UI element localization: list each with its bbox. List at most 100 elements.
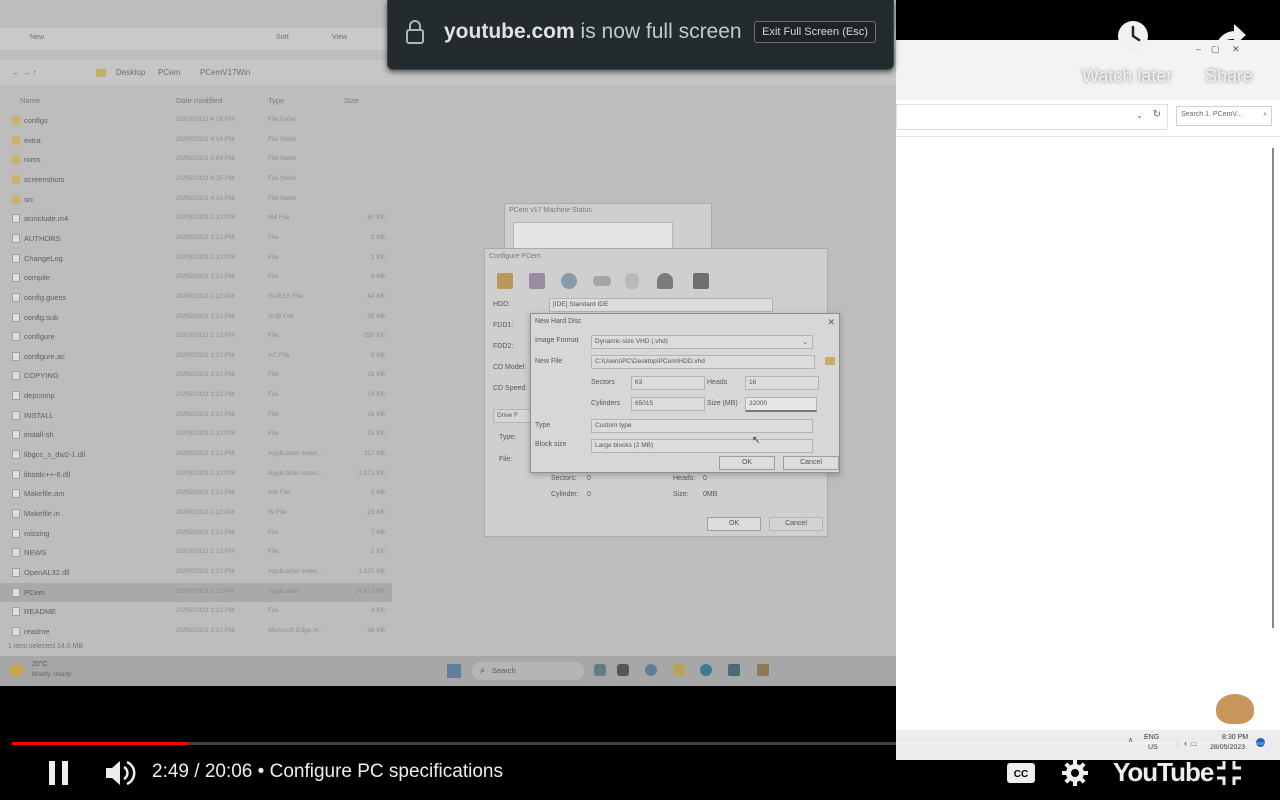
file-row[interactable]: config.sub 20/05/2023 1:12 PM SUB File 35 K… <box>0 308 392 327</box>
captions-icon[interactable]: CC <box>1006 762 1036 784</box>
refresh-icon[interactable]: ↻ <box>1153 109 1161 120</box>
nhd-cancel-button[interactable]: Cancel <box>783 456 839 470</box>
disc-type-select[interactable]: Custom type <box>591 419 813 433</box>
start-icon[interactable] <box>447 664 461 678</box>
block-size-select[interactable]: Large blocks (2 MB) <box>591 439 813 453</box>
file-row[interactable]: AUTHORS 20/05/2023 1:12 PM File 1 KB <box>0 229 392 248</box>
sectors-label: Sectors: <box>551 475 577 482</box>
drive-icon[interactable] <box>593 276 611 286</box>
file-row[interactable]: config.guess 20/05/2023 1:12 PM GUESS File… <box>0 288 392 307</box>
file-row[interactable]: src 20/05/2023 4:16 PM File folder <box>0 190 392 209</box>
file-row[interactable]: depcomp 20/05/2023 1:12 PM File 24 KB <box>0 386 392 405</box>
cylinders-input[interactable]: 65015 <box>631 397 705 411</box>
nhd-ok-button[interactable]: OK <box>719 456 775 470</box>
size-input[interactable]: 32000 <box>745 397 817 412</box>
new-file-field[interactable]: C:\Users\PC\Desktop\PCem\HDD.vhd <box>591 355 815 369</box>
scrollbar[interactable] <box>1272 148 1274 628</box>
progress-bar[interactable] <box>12 742 1268 745</box>
configure-ok-button[interactable]: OK <box>707 517 761 531</box>
cylinders-label: Cylinder: <box>551 491 579 498</box>
block-size-label: Block size <box>535 441 567 448</box>
watch-later-label[interactable]: Watch later <box>1082 66 1172 87</box>
image-format-select[interactable]: Dynamic-size VHD (.vhd) ⌄ <box>591 335 813 349</box>
file-icon <box>12 351 20 361</box>
share-label[interactable]: Share <box>1205 66 1253 87</box>
youtube-logo[interactable]: YouTube <box>1113 757 1214 788</box>
file-row[interactable]: Makefile.am 20/05/2023 1:12 PM AM File 1 KB <box>0 484 392 503</box>
file-row[interactable]: ChangeLog 20/05/2023 1:12 PM File 1 KB <box>0 249 392 268</box>
folder-icon <box>96 69 106 77</box>
volume-icon[interactable] <box>104 759 136 787</box>
file-date: 20/05/2023 1:12 PM <box>176 626 235 634</box>
pcem-taskbar-icon[interactable] <box>757 664 769 676</box>
chip-icon[interactable] <box>497 273 513 289</box>
file-row[interactable]: roms 20/05/2023 5:04 PM File folder <box>0 150 392 169</box>
task-view-icon[interactable] <box>594 664 606 676</box>
close-icon[interactable]: ✕ <box>827 317 835 328</box>
right-address-bar[interactable]: ⌄ ↻ <box>896 104 1168 130</box>
config-tab-icons[interactable] <box>497 271 717 291</box>
share-icon[interactable] <box>1214 22 1248 52</box>
file-type: Application <box>268 587 300 595</box>
store-icon[interactable] <box>728 664 740 676</box>
file-row[interactable]: libstdc++-6.dll 20/05/2023 1:12 PM Applica… <box>0 465 392 484</box>
file-row[interactable]: README 20/05/2023 1:12 PM File 4 KB <box>0 602 392 621</box>
file-row[interactable]: OpenAL32.dll 20/05/2023 1:12 PM Applicatio… <box>0 563 392 582</box>
toolbar-sort: Sort <box>276 34 289 41</box>
configure-cancel-button[interactable]: Cancel <box>769 517 823 531</box>
display-icon[interactable] <box>529 273 545 289</box>
taskbar-search[interactable]: ⌕ Search <box>472 662 584 680</box>
file-name: install-sh <box>24 430 54 440</box>
file-date: 20/05/2023 4:16 PM <box>176 116 235 123</box>
exit-fullscreen-button[interactable]: Exit Full Screen (Esc) <box>754 21 876 43</box>
mouse-icon[interactable] <box>625 273 639 289</box>
video-frame[interactable]: New Sort View ← → ↑ Desktop PCem PCemV17… <box>0 0 896 686</box>
exit-fullscreen-icon[interactable] <box>1216 760 1242 786</box>
sectors-input-value: 63 <box>635 379 643 386</box>
drive-tab-label: Drive F <box>497 412 518 419</box>
weather-temp: 20°C <box>32 661 48 668</box>
explorer-icon[interactable] <box>673 664 685 676</box>
file-row[interactable]: install-sh 20/05/2023 1:12 PM File 15 KB <box>0 425 392 444</box>
chapter-title[interactable]: Configure PC specifications <box>270 761 503 782</box>
file-type: File folder <box>268 116 297 123</box>
file-name: configure <box>24 332 55 342</box>
file-row[interactable]: screenshots 20/05/2023 4:25 PM File folder <box>0 170 392 189</box>
file-row[interactable]: COPYING 20/05/2023 1:12 PM File 18 KB <box>0 366 392 385</box>
file-row[interactable]: readme 20/05/2023 1:12 PM Microsoft Edge H… <box>0 622 392 641</box>
file-icon <box>12 253 20 263</box>
block-size-value: Large blocks (2 MB) <box>595 442 654 449</box>
edge-icon[interactable] <box>700 664 712 676</box>
right-search-box[interactable]: Search 1. PCemV... ⌕ <box>1176 106 1272 126</box>
watch-later-icon[interactable] <box>1117 20 1149 52</box>
file-row[interactable]: configure 20/05/2023 1:12 PM File 250 KB <box>0 327 392 346</box>
settings-gear-icon[interactable] <box>1061 759 1089 787</box>
sectors-input[interactable]: 63 <box>631 376 705 390</box>
file-row[interactable]: NEWS 20/05/2023 1:12 PM File 1 KB <box>0 543 392 562</box>
fullscreen-message: youtube.com is now full screen <box>444 20 742 44</box>
heads-input-value: 16 <box>749 379 757 386</box>
file-row[interactable]: INSTALL 20/05/2023 1:12 PM File 16 KB <box>0 406 392 425</box>
file-row[interactable]: extra 20/05/2023 4:16 PM File folder <box>0 131 392 150</box>
chat-icon[interactable] <box>645 664 657 676</box>
heads-input[interactable]: 16 <box>745 376 819 390</box>
browse-folder-icon[interactable] <box>825 357 835 365</box>
file-row[interactable]: Makefile.in 20/05/2023 1:12 PM IN File 23 K… <box>0 504 392 523</box>
pause-icon[interactable] <box>47 760 71 786</box>
file-date: 20/05/2023 1:12 PM <box>176 607 235 615</box>
file-row[interactable]: compile 20/05/2023 1:12 PM File 8 KB <box>0 268 392 287</box>
hdd-select[interactable]: [IDE] Standard IDE <box>549 298 773 312</box>
file-row[interactable]: missing 20/05/2023 1:12 PM File 7 KB <box>0 524 392 543</box>
joystick-icon[interactable] <box>657 273 673 289</box>
widgets-icon[interactable] <box>617 664 629 676</box>
file-row[interactable]: acinclude.m4 20/05/2023 1:12 PM M4 File 60 … <box>0 209 392 228</box>
file-row[interactable]: PCem 20/05/2023 1:12 PM Application 14,013 … <box>0 582 392 602</box>
file-name: roms <box>24 155 41 165</box>
file-row[interactable]: configs 20/05/2023 4:16 PM File folder <box>0 111 392 130</box>
file-row[interactable]: libgcc_s_dw2-1.dll 20/05/2023 1:12 PM Appl… <box>0 445 392 464</box>
drive-tab[interactable]: Drive F <box>493 409 535 423</box>
network-icon[interactable] <box>693 273 709 289</box>
file-row[interactable]: configure.ac 20/05/2023 1:12 PM AC File 8 K… <box>0 347 392 366</box>
file-name: PCem <box>24 587 45 597</box>
speaker-icon[interactable] <box>561 273 577 289</box>
